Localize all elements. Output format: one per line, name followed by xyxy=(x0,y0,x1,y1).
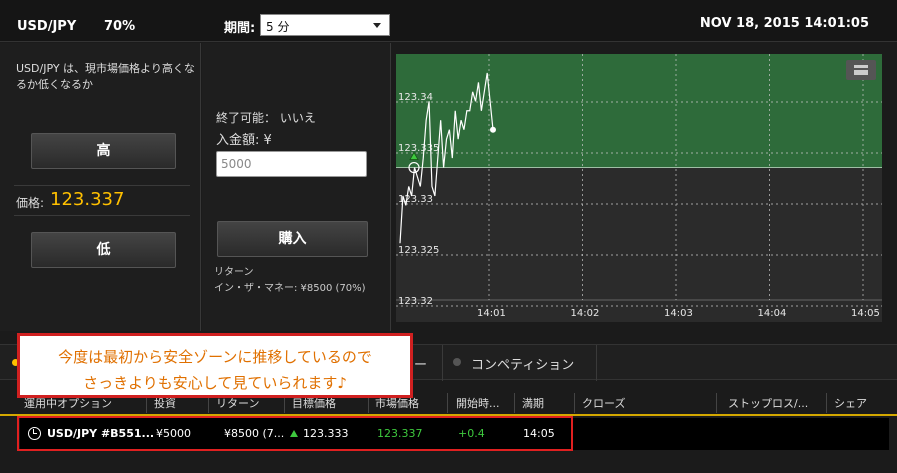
x-tick-label: 14:02 xyxy=(571,308,600,319)
x-tick-label: 14:05 xyxy=(851,308,880,319)
col-header[interactable]: 開始時... xyxy=(456,395,512,411)
amount-input[interactable]: 5000 xyxy=(216,151,367,177)
chevron-down-icon xyxy=(373,23,381,28)
price-chart-svg: 123.34123.335123.33123.325123.3214:01 14:… xyxy=(396,54,882,322)
divider xyxy=(14,185,190,186)
price-chart: 123.34 123.335 123.33 123.325 123.32 14:01 14:… xyxy=(396,54,882,322)
top-bar: USD/JPY 70% 期間: 5 分 NOV 18, 2015 14:01:0… xyxy=(0,0,897,42)
return-label: リターン xyxy=(214,267,254,278)
col-header[interactable]: シェア xyxy=(834,395,884,411)
col-header[interactable]: ストップロス/... xyxy=(728,395,818,411)
current-datetime: NOV 18, 2015 14:01:05 xyxy=(699,16,869,31)
tab-competition-label: コンペティション xyxy=(471,358,575,373)
col-header[interactable]: 満期 xyxy=(522,395,570,411)
x-axis-strip xyxy=(396,300,882,322)
row-highlight-frame xyxy=(17,416,573,451)
payout-percent: 70% xyxy=(104,19,136,34)
annotation-callout: 今度は最初から安全ゾーンに推移しているので さっきよりも安心して見ていられます♪ xyxy=(17,333,413,398)
last-price-point xyxy=(490,126,496,133)
in-the-money-value: イン・ザ・マネー: ¥8500 (70%) xyxy=(214,283,366,294)
early-close-status: 終了可能： いいえ xyxy=(216,111,316,125)
y-tick-label: 123.335 xyxy=(398,143,439,154)
y-tick-label: 123.32 xyxy=(398,296,433,307)
direction-panel: USD/JPY は、現市場価格より高くなるか低くなるか 高 価格: 123.33… xyxy=(0,43,201,331)
direction-description: USD/JPY は、現市場価格より高くなるか低くなるか xyxy=(16,62,195,91)
deposit-label: 入金額: ¥ xyxy=(216,133,272,148)
divider xyxy=(14,215,190,216)
chart-type-icon[interactable] xyxy=(846,60,876,80)
tab-dot-icon xyxy=(453,358,461,366)
asset-pair: USD/JPY xyxy=(17,19,77,34)
period-label: 期間: xyxy=(224,21,256,36)
callout-line-2: さっきよりも安心して見ていられます♪ xyxy=(83,374,347,392)
tab-competition[interactable]: コンペティション xyxy=(442,345,597,381)
callout-line-1: 今度は最初から安全ゾーンに推移しているので xyxy=(58,348,372,366)
tab-partial-label[interactable]: ー xyxy=(414,354,427,373)
price-label: 価格: xyxy=(16,196,45,210)
y-tick-label: 123.34 xyxy=(398,92,433,103)
order-panel: 終了可能： いいえ 入金額: ¥ 5000 購入 リターン イン・ザ・マネー: … xyxy=(202,43,391,331)
x-tick-label: 14:04 xyxy=(758,308,787,319)
y-tick-label: 123.325 xyxy=(398,245,439,256)
buy-button[interactable]: 購入 xyxy=(217,221,368,257)
current-price: 123.337 xyxy=(50,189,125,210)
period-select[interactable]: 5 分 xyxy=(260,14,390,36)
high-button[interactable]: 高 xyxy=(31,133,176,169)
col-header[interactable]: クローズ xyxy=(582,395,702,411)
low-button[interactable]: 低 xyxy=(31,232,176,268)
x-tick-label: 14:03 xyxy=(664,308,693,319)
x-tick-label: 14:01 xyxy=(477,308,506,319)
period-select-value: 5 分 xyxy=(266,20,290,34)
